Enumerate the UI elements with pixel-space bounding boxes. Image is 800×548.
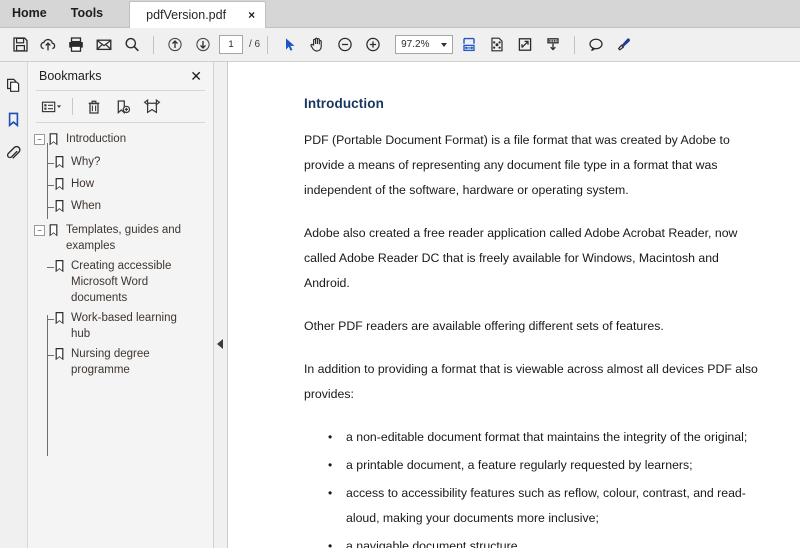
search-icon[interactable]: [118, 31, 146, 59]
toolbar-separator: [153, 35, 154, 54]
bookmark-label: Introduction: [66, 133, 127, 145]
zoom-out-icon[interactable]: [331, 31, 359, 59]
hand-tool-icon[interactable]: [303, 31, 331, 59]
tree-connector: [47, 163, 54, 164]
navigation-rail: [0, 62, 28, 548]
paragraph: Adobe also created a free reader applica…: [304, 226, 738, 290]
expand-bookmarks-icon[interactable]: [139, 95, 165, 119]
document-tab[interactable]: pdfVersion.pdf ×: [129, 1, 267, 28]
bookmark-label: Why?: [71, 156, 101, 168]
bookmark-icon: [54, 199, 65, 216]
bookmark-label: Creating accessible Microsoft Word docum…: [71, 260, 172, 304]
bookmark-icon: [54, 155, 65, 172]
tree-connector: [47, 267, 54, 268]
panel-splitter[interactable]: [214, 62, 228, 548]
paragraph: In addition to providing a format that i…: [304, 362, 758, 401]
save-icon[interactable]: [6, 31, 34, 59]
feature-list: a non-editable document format that main…: [304, 425, 764, 548]
comment-icon[interactable]: [582, 31, 610, 59]
bookmark-item-nursing-degree-programme[interactable]: Nursing degree programme: [28, 346, 213, 378]
page-total-label: / 6: [249, 39, 261, 50]
close-icon[interactable]: ×: [248, 9, 255, 21]
bookmarks-toolbar: [28, 91, 213, 122]
tools-tab[interactable]: Tools: [59, 0, 115, 27]
email-icon[interactable]: [90, 31, 118, 59]
bookmark-item-work-based-learning-hub[interactable]: Work-based learning hub: [28, 310, 213, 342]
bookmark-item-introduction[interactable]: − Introduction: [28, 131, 213, 150]
workspace: Bookmarks ✕ − Introduction Why? How When…: [0, 62, 800, 548]
bookmark-item-templates[interactable]: − Templates, guides and examples: [28, 222, 213, 254]
bookmark-icon: [45, 223, 60, 241]
bookmarks-toolbar-separator: [72, 98, 73, 115]
zoom-in-icon[interactable]: [359, 31, 387, 59]
main-toolbar: 1 / 6 97.2%: [0, 28, 800, 62]
collapse-toggle-icon[interactable]: −: [34, 225, 45, 236]
fit-width-icon[interactable]: [455, 31, 483, 59]
bookmarks-panel-title: Bookmarks: [39, 69, 102, 83]
tab-strip: Home Tools pdfVersion.pdf ×: [0, 0, 800, 28]
cloud-upload-icon[interactable]: [34, 31, 62, 59]
bookmark-item-when[interactable]: When: [28, 198, 213, 216]
bookmarks-panel: Bookmarks ✕ − Introduction Why? How When…: [28, 62, 214, 548]
new-bookmark-icon[interactable]: [110, 95, 136, 119]
bookmark-icon: [54, 311, 65, 328]
paragraph: Other PDF readers are available offering…: [304, 319, 664, 333]
bookmarks-rail-icon[interactable]: [3, 108, 25, 130]
toolbar-separator: [267, 35, 269, 54]
bookmark-label: Work-based learning hub: [71, 312, 177, 340]
bookmark-icon: [45, 132, 60, 150]
home-tab[interactable]: Home: [0, 0, 59, 27]
delete-bookmark-icon[interactable]: [81, 95, 107, 119]
collapse-toggle-icon[interactable]: −: [34, 134, 45, 145]
previous-page-icon[interactable]: [161, 31, 189, 59]
bookmark-icon: [54, 259, 65, 276]
attachments-rail-icon[interactable]: [3, 142, 25, 164]
close-panel-icon[interactable]: ✕: [190, 69, 202, 83]
list-item: a navigable document structure.: [304, 534, 764, 548]
document-tab-label: pdfVersion.pdf: [146, 8, 227, 22]
chevron-down-icon[interactable]: [441, 42, 448, 47]
collapse-panel-icon[interactable]: [217, 339, 223, 349]
bookmarks-tree[interactable]: − Introduction Why? How When − Templates…: [28, 123, 213, 548]
bookmark-item-how[interactable]: How: [28, 176, 213, 194]
tree-connector: [47, 207, 54, 208]
list-item: a non-editable document format that main…: [304, 425, 764, 450]
paragraph: PDF (Portable Document Format) is a file…: [304, 133, 730, 197]
page-number-input[interactable]: 1: [219, 35, 243, 54]
tree-connector: [47, 319, 54, 320]
zoom-level-value: 97.2%: [401, 39, 430, 50]
print-icon[interactable]: [62, 31, 90, 59]
page-thumbnail-icon[interactable]: [483, 31, 511, 59]
list-item: access to accessibility features such as…: [304, 481, 764, 531]
tree-connector: [47, 355, 54, 356]
toolbar-separator: [574, 35, 576, 54]
bookmark-label: When: [71, 200, 102, 212]
zoom-level-select[interactable]: 97.2%: [395, 35, 454, 54]
page-thumbnails-rail-icon[interactable]: [3, 74, 25, 96]
bookmark-item-creating-accessible-word-docs[interactable]: Creating accessible Microsoft Word docum…: [28, 258, 213, 306]
bookmark-icon: [54, 177, 65, 194]
list-item: a printable document, a feature regularl…: [304, 453, 764, 478]
fullscreen-icon[interactable]: [511, 31, 539, 59]
next-page-icon[interactable]: [189, 31, 217, 59]
bookmark-label: How: [71, 178, 95, 190]
bookmark-item-why[interactable]: Why?: [28, 154, 213, 172]
highlight-icon[interactable]: [610, 31, 638, 59]
scroll-mode-icon[interactable]: [539, 31, 567, 59]
bookmark-options-icon[interactable]: [38, 95, 64, 119]
page-title: Introduction: [304, 96, 384, 111]
bookmark-label: Templates, guides and examples: [66, 224, 182, 252]
tree-connector: [47, 185, 54, 186]
pdf-reader-window: Home Tools pdfVersion.pdf × 1 / 6 97.2% …: [0, 0, 800, 548]
bookmarks-panel-header: Bookmarks ✕: [28, 62, 213, 90]
bookmark-icon: [54, 347, 65, 364]
select-tool-icon[interactable]: [275, 31, 303, 59]
document-view[interactable]: Introduction PDF (Portable Document Form…: [228, 62, 800, 548]
pdf-page: Introduction PDF (Portable Document Form…: [228, 62, 800, 548]
bookmark-label: Nursing degree programme: [71, 348, 150, 376]
